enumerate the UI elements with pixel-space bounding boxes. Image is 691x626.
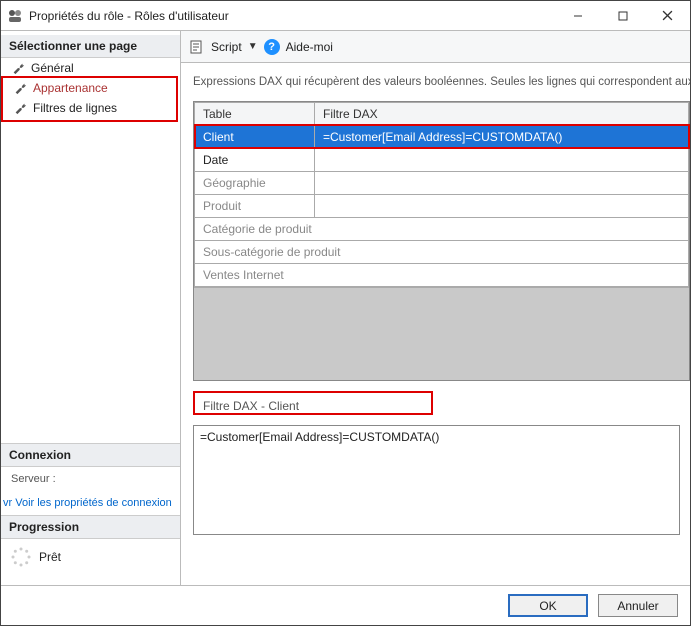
dax-expression-editor[interactable]: =Customer[Email Address]=CUSTOMDATA() — [193, 425, 680, 535]
sidebar-item-label: Général — [31, 61, 74, 75]
sidebar-item-general[interactable]: Général — [1, 58, 180, 78]
cancel-button[interactable]: Annuler — [598, 594, 678, 617]
table-row[interactable]: Sous-catégorie de produit — [195, 240, 689, 263]
ok-button[interactable]: OK — [508, 594, 588, 617]
dax-filter-label-box: Filtre DAX - Client — [193, 391, 433, 415]
connection-header: Connexion — [1, 443, 180, 467]
sidebar: Sélectionner une page Général Appartenan… — [1, 31, 181, 585]
dialog-footer: OK Annuler — [1, 585, 690, 625]
filter-grid-container: Table Filtre DAX Client =Customer[Email … — [193, 101, 690, 381]
select-page-header: Sélectionner une page — [1, 35, 180, 58]
wrench-icon — [13, 81, 27, 95]
table-row[interactable]: Client =Customer[Email Address]=CUSTOMDA… — [195, 125, 689, 148]
sidebar-highlight: Appartenance Filtres de lignes — [1, 76, 178, 122]
main-panel: Script ▼ ? Aide-moi Expressions DAX qui … — [181, 31, 690, 585]
window-title: Propriétés du rôle - Rôles d'utilisateur — [29, 9, 555, 23]
description-text: Expressions DAX qui récupèrent des valeu… — [193, 75, 690, 91]
window-icon — [7, 8, 23, 24]
row-table-cell[interactable]: Sous-catégorie de produit — [195, 240, 689, 263]
sidebar-item-label: Filtres de lignes — [33, 101, 117, 115]
wrench-icon — [13, 101, 27, 115]
row-filter-cell[interactable] — [315, 171, 689, 194]
minimize-button[interactable] — [555, 1, 600, 30]
title-bar: Propriétés du rôle - Rôles d'utilisateur — [1, 1, 690, 31]
server-label: Serveur : — [11, 473, 170, 485]
table-row[interactable]: Produit — [195, 194, 689, 217]
col-filter-header[interactable]: Filtre DAX — [315, 102, 689, 125]
close-button[interactable] — [645, 1, 690, 30]
script-icon — [189, 39, 205, 55]
view-connection-properties-link[interactable]: vr Voir les propriétés de connexion — [1, 491, 180, 515]
progress-body: Prêt — [1, 539, 180, 581]
table-row[interactable]: Catégorie de produit — [195, 217, 689, 240]
row-filter-cell[interactable] — [315, 148, 689, 171]
window-body: Sélectionner une page Général Appartenan… — [1, 31, 690, 585]
dax-filter-label: Filtre DAX - Client — [203, 399, 299, 413]
row-table-cell[interactable]: Géographie — [195, 171, 315, 194]
content-area: Expressions DAX qui récupèrent des valeu… — [181, 63, 690, 585]
dax-label-table: Client — [268, 399, 299, 413]
progress-status: Prêt — [39, 550, 61, 564]
row-filter-cell[interactable] — [315, 194, 689, 217]
table-row[interactable]: Date — [195, 148, 689, 171]
table-row[interactable]: Géographie — [195, 171, 689, 194]
connection-body: Serveur : — [1, 467, 180, 491]
table-row[interactable]: Ventes Internet — [195, 263, 689, 286]
grid-empty-area — [194, 287, 689, 380]
script-dropdown[interactable]: Script — [211, 40, 242, 54]
row-table-cell[interactable]: Client — [195, 125, 315, 148]
toolbar: Script ▼ ? Aide-moi — [181, 31, 690, 63]
filter-grid[interactable]: Table Filtre DAX Client =Customer[Email … — [194, 102, 689, 287]
progress-header: Progression — [1, 515, 180, 539]
row-filter-cell[interactable]: =Customer[Email Address]=CUSTOMDATA() — [315, 125, 689, 148]
chevron-down-icon[interactable]: ▼ — [248, 41, 258, 52]
help-icon[interactable]: ? — [264, 39, 280, 55]
row-table-cell[interactable]: Date — [195, 148, 315, 171]
sidebar-item-membership[interactable]: Appartenance — [3, 78, 176, 98]
dax-label-prefix: Filtre DAX - — [203, 399, 268, 413]
row-table-cell[interactable]: Produit — [195, 194, 315, 217]
window-controls — [555, 1, 690, 30]
spinner-icon — [11, 547, 31, 567]
help-link[interactable]: Aide-moi — [286, 40, 333, 54]
maximize-button[interactable] — [600, 1, 645, 30]
role-properties-window: Propriétés du rôle - Rôles d'utilisateur… — [0, 0, 691, 626]
wrench-icon — [11, 61, 25, 75]
sidebar-item-row-filters[interactable]: Filtres de lignes — [3, 98, 176, 118]
row-table-cell[interactable]: Ventes Internet — [195, 263, 689, 286]
col-table-header[interactable]: Table — [195, 102, 315, 125]
row-table-cell[interactable]: Catégorie de produit — [195, 217, 689, 240]
sidebar-item-label: Appartenance — [33, 81, 108, 95]
